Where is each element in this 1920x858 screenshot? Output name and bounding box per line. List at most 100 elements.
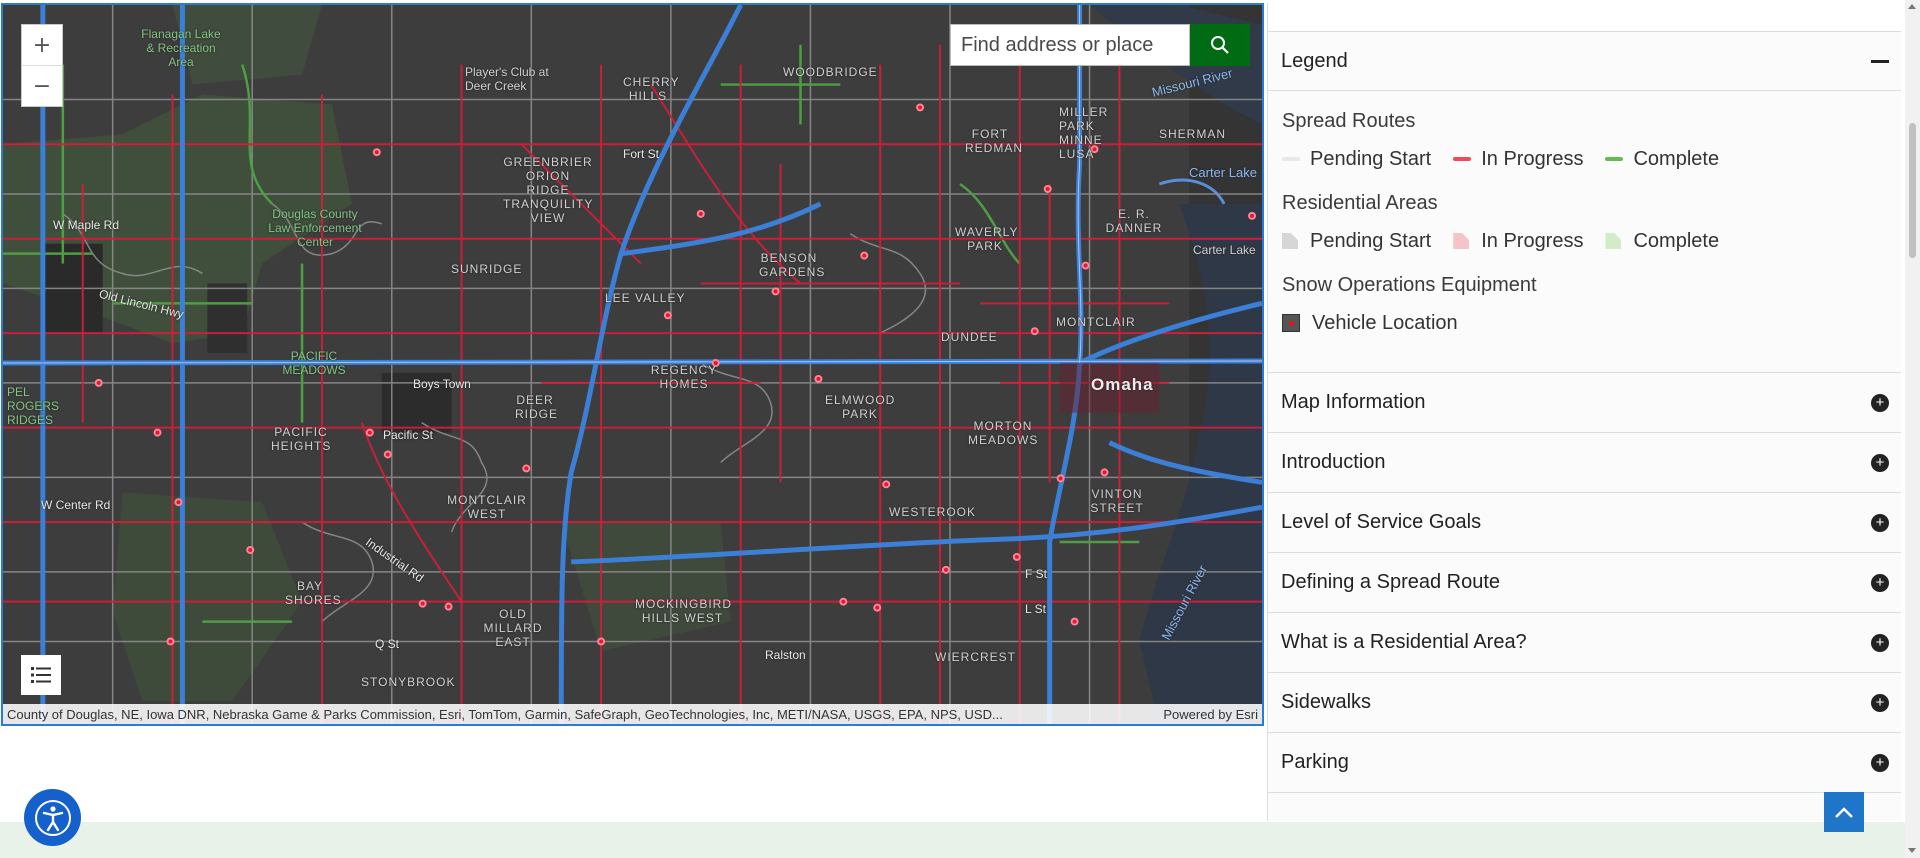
in-progress-line-swatch xyxy=(1453,157,1472,161)
expand-icon[interactable]: + xyxy=(1871,633,1889,652)
legend-group-spread-routes: Spread Routes xyxy=(1282,110,1416,132)
expand-icon[interactable]: + xyxy=(1871,753,1889,772)
map-label-woodbridge: WOODBRIDGE xyxy=(783,65,878,79)
map-label-montclair: MONTCLAIR xyxy=(1056,315,1136,329)
legend-body: Spread Routes Pending Start In Progress … xyxy=(1268,91,1901,373)
map-label-carter-lake-water: Carter Lake xyxy=(1189,165,1257,180)
section-title: What is a Residential Area? xyxy=(1281,631,1527,653)
map-label-dundee: DUNDEE xyxy=(941,330,998,344)
section-defining-spread-route[interactable]: Defining a Spread Route + xyxy=(1268,553,1901,613)
legend-item: Pending Start xyxy=(1282,148,1431,171)
map-attribution: County of Douglas, NE, Iowa DNR, Nebrask… xyxy=(3,704,1262,724)
expand-icon[interactable]: + xyxy=(1871,393,1889,412)
search-input[interactable]: Find address or place xyxy=(950,24,1190,66)
legend-item: In Progress xyxy=(1453,148,1583,171)
map-label-players-club: Player's Club at Deer Creek xyxy=(465,65,549,93)
map-label-lee-valley: LEE VALLEY xyxy=(605,291,686,305)
powered-by-esri[interactable]: Powered by Esri xyxy=(1163,707,1258,722)
expand-icon[interactable]: + xyxy=(1871,453,1889,472)
expand-icon[interactable]: + xyxy=(1871,513,1889,532)
complete-line-swatch xyxy=(1605,157,1624,161)
section-title: Sidewalks xyxy=(1281,691,1372,713)
expand-icon[interactable]: + xyxy=(1871,693,1889,712)
map-label-sunridge: SUNRIDGE xyxy=(451,262,523,276)
map-label-bay-shores: BAY SHORES xyxy=(285,579,342,607)
legend-item: Complete xyxy=(1605,148,1719,171)
section-residential-area[interactable]: What is a Residential Area? + xyxy=(1268,613,1901,673)
map-label-carter-lake: Carter Lake xyxy=(1193,243,1256,257)
side-panel: Legend Spread Routes Pending Start In Pr… xyxy=(1267,3,1901,821)
map-label-wiercrest: WIERCREST xyxy=(935,650,1016,664)
legend-item: Vehicle Location xyxy=(1282,312,1458,335)
legend-group-residential: Residential Areas xyxy=(1282,192,1438,214)
list-icon xyxy=(31,667,51,683)
scroll-up-arrow-icon[interactable] xyxy=(1908,4,1916,9)
map-label-cherry-hills: CHERRY HILLS xyxy=(623,75,680,103)
back-to-top-button[interactable] xyxy=(1824,792,1864,832)
map-label-pacific-st: Pacific St xyxy=(383,428,434,442)
accessibility-button[interactable] xyxy=(24,789,81,846)
zoom-in-button[interactable]: + xyxy=(22,25,62,66)
section-title: Defining a Spread Route xyxy=(1281,571,1501,593)
section-introduction[interactable]: Introduction + xyxy=(1268,433,1901,493)
section-map-information[interactable]: Map Information + xyxy=(1268,373,1901,433)
page-scrollbar[interactable] xyxy=(1905,0,1920,858)
map-label-greenbrier: GREENBRIER ORION RIDGE TRANQUILITY VIEW xyxy=(503,155,594,225)
legend-group-snow-equipment: Snow Operations Equipment xyxy=(1282,274,1537,296)
search-icon xyxy=(1211,36,1229,54)
map-label-danner: E. R. DANNER xyxy=(1105,207,1163,235)
layer-list-button[interactable] xyxy=(21,655,61,695)
panel-top-bar xyxy=(1268,3,1901,32)
map-label-fort-st: Fort St xyxy=(623,147,660,161)
map-label-stonybrook: STONYBROOK xyxy=(361,675,456,689)
legend-header[interactable]: Legend xyxy=(1268,32,1901,91)
legend-label: Pending Start xyxy=(1310,147,1432,170)
map-label-rogers: PEL ROGERS RIDGES xyxy=(7,385,60,427)
map-label-miller-park: MILLER PARK MINNE LUSA xyxy=(1059,105,1109,161)
legend-item: In Progress xyxy=(1453,230,1583,253)
complete-area-swatch xyxy=(1605,233,1622,249)
legend-item: Pending Start xyxy=(1282,230,1431,253)
legend-title: Legend xyxy=(1281,49,1348,72)
expand-icon[interactable]: + xyxy=(1871,573,1889,592)
map-label-w-maple: W Maple Rd xyxy=(53,218,120,232)
chevron-up-icon xyxy=(1835,807,1853,818)
map-label-pacific-meadows: PACIFIC MEADOWS xyxy=(282,349,346,377)
map-label-fort-redman: FORT REDMAN xyxy=(965,127,1024,155)
legend-label: Pending Start xyxy=(1310,229,1432,252)
map-label-benson: BENSON GARDENS xyxy=(759,251,826,279)
in-progress-area-swatch xyxy=(1453,233,1470,249)
map-label-f-st: F St xyxy=(1025,567,1048,581)
legend-label: In Progress xyxy=(1481,147,1584,170)
collapse-icon[interactable] xyxy=(1871,59,1889,63)
section-parking[interactable]: Parking + xyxy=(1268,733,1901,793)
scroll-down-arrow-icon[interactable] xyxy=(1908,848,1916,853)
footer-band xyxy=(0,822,1905,858)
vehicle-location-icon xyxy=(1282,314,1300,332)
map-label-waverly: WAVERLY PARK xyxy=(955,225,1019,253)
attribution-text: County of Douglas, NE, Iowa DNR, Nebrask… xyxy=(7,706,1003,722)
map-label-flanagan: Flanagan Lake & Recreation Area xyxy=(141,27,221,69)
map-label-mockingbird: MOCKINGBIRD HILLS WEST xyxy=(635,597,733,625)
map-label-elmwood: ELMWOOD PARK xyxy=(825,393,896,421)
scrollbar-thumb[interactable] xyxy=(1909,123,1916,258)
legend-label: Complete xyxy=(1633,229,1720,252)
map-view[interactable]: Omaha Boys Town Ralston W Maple Rd W Cen… xyxy=(1,3,1264,726)
pending-line-swatch xyxy=(1282,157,1300,161)
map-label-w-center: W Center Rd xyxy=(41,498,111,512)
map-label-regency: REGENCY HOMES xyxy=(650,363,718,391)
section-level-of-service-goals[interactable]: Level of Service Goals + xyxy=(1268,493,1901,553)
search-button[interactable] xyxy=(1190,24,1250,66)
section-title: Introduction xyxy=(1281,451,1386,473)
search-widget: Find address or place xyxy=(950,24,1250,66)
section-title: Level of Service Goals xyxy=(1281,511,1482,533)
accessibility-icon xyxy=(34,799,71,836)
legend-item: Complete xyxy=(1605,230,1719,253)
map-label-boys-town: Boys Town xyxy=(413,377,471,391)
map-label-westerook: WESTEROOK xyxy=(889,505,977,519)
map-label-deer-ridge: DEER RIDGE xyxy=(515,393,559,421)
section-title: Map Information xyxy=(1281,391,1426,413)
zoom-out-button[interactable]: − xyxy=(22,66,62,106)
section-sidewalks[interactable]: Sidewalks + xyxy=(1268,673,1901,733)
legend-label: Complete xyxy=(1633,147,1720,170)
